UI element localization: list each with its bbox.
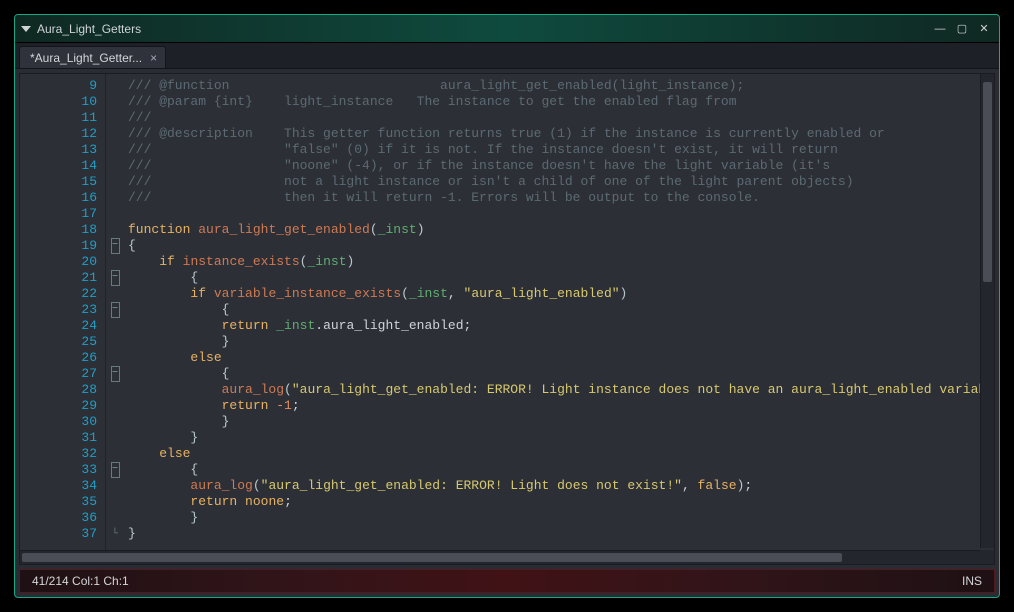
vertical-scrollbar[interactable] bbox=[980, 74, 994, 548]
tab-close-icon[interactable]: × bbox=[150, 52, 157, 64]
horizontal-scrollbar[interactable] bbox=[20, 550, 980, 564]
scroll-corner bbox=[980, 550, 994, 564]
code-editor[interactable]: 9101112131415161718192021222324252627282… bbox=[19, 73, 995, 565]
fold-column[interactable]: −−−−−└ bbox=[106, 74, 124, 564]
status-bar: 41/214 Col:1 Ch:1 INS bbox=[19, 569, 995, 593]
cursor-position: 41/214 Col:1 Ch:1 bbox=[32, 574, 129, 588]
close-button[interactable]: ✕ bbox=[975, 21, 993, 37]
insert-mode: INS bbox=[962, 574, 982, 588]
maximize-button[interactable]: ▢ bbox=[953, 21, 971, 37]
minimize-button[interactable]: — bbox=[931, 21, 949, 37]
tab-label: *Aura_Light_Getter... bbox=[30, 51, 142, 65]
tab-aura-light-getters[interactable]: *Aura_Light_Getter... × bbox=[19, 46, 166, 68]
app-menu-icon[interactable] bbox=[21, 26, 31, 32]
titlebar[interactable]: Aura_Light_Getters — ▢ ✕ bbox=[15, 15, 999, 43]
code-area[interactable]: /// @function aura_light_get_enabled(lig… bbox=[124, 74, 994, 564]
window-title: Aura_Light_Getters bbox=[37, 22, 931, 36]
editor-window: Aura_Light_Getters — ▢ ✕ *Aura_Light_Get… bbox=[14, 14, 1000, 598]
vertical-scroll-thumb[interactable] bbox=[983, 82, 992, 282]
tab-bar: *Aura_Light_Getter... × bbox=[15, 43, 999, 69]
horizontal-scroll-thumb[interactable] bbox=[22, 553, 842, 562]
line-number-gutter: 9101112131415161718192021222324252627282… bbox=[20, 74, 106, 564]
